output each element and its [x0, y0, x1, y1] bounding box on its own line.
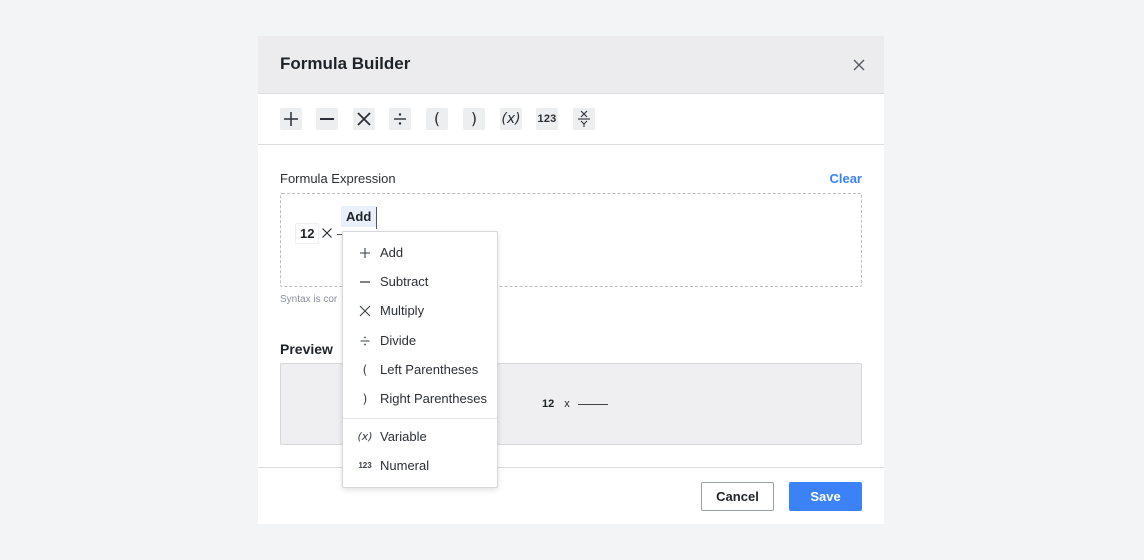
menu-item-variable[interactable]: (x) Variable — [343, 422, 497, 451]
multiply-icon[interactable] — [321, 227, 333, 239]
dialog-header: Formula Builder — [258, 36, 884, 94]
operator-dropdown-menu: Add Subtract Multiply Divide ( Left Pare… — [342, 231, 498, 488]
subtract-tool-button[interactable] — [316, 108, 338, 130]
right-paren-tool-button[interactable]: ) — [463, 108, 485, 130]
menu-divider — [343, 418, 497, 419]
plus-icon — [358, 246, 372, 260]
menu-item-label: Right Parentheses — [380, 391, 487, 406]
preview-label: Preview — [280, 341, 333, 357]
menu-item-label: Divide — [380, 333, 417, 348]
right-paren-icon: ) — [362, 391, 368, 406]
menu-item-numeral[interactable]: 123 Numeral — [343, 451, 497, 480]
multiply-icon — [358, 304, 372, 318]
dialog-title: Formula Builder — [280, 54, 411, 73]
menu-item-label: Add — [380, 245, 404, 260]
minus-icon — [358, 275, 372, 289]
menu-item-multiply[interactable]: Multiply — [343, 296, 497, 325]
numeral-label: 123 — [537, 113, 557, 125]
menu-item-label: Variable — [380, 429, 427, 444]
variable-tool-button[interactable]: (x) — [500, 108, 522, 130]
variable-icon: (x) — [357, 429, 373, 443]
minus-icon — [320, 118, 334, 120]
menu-item-label: Left Parentheses — [380, 362, 479, 377]
menu-item-label: Multiply — [380, 303, 425, 318]
divide-icon — [394, 113, 406, 125]
menu-item-subtract[interactable]: Subtract — [343, 267, 497, 296]
divide-icon — [358, 334, 372, 348]
fraction-icon — [578, 110, 590, 127]
menu-item-right-parentheses[interactable]: ) Right Parentheses — [343, 384, 497, 413]
cancel-button[interactable]: Cancel — [701, 482, 774, 511]
save-button[interactable]: Save — [789, 482, 862, 511]
expression-label: Formula Expression — [280, 171, 396, 186]
divide-tool-button[interactable] — [389, 108, 411, 130]
left-paren-icon: ( — [362, 362, 368, 377]
menu-item-label: Subtract — [380, 274, 429, 289]
variable-label: (x) — [501, 111, 521, 127]
preview-placeholder-line — [577, 403, 608, 405]
preview-expression: 12 x — [542, 398, 608, 410]
close-icon — [853, 59, 865, 71]
numeral-icon: 123 — [358, 461, 372, 470]
add-tool-button[interactable] — [280, 108, 302, 130]
right-paren-label: ) — [470, 109, 478, 128]
menu-item-left-parentheses[interactable]: ( Left Parentheses — [343, 355, 497, 384]
menu-item-divide[interactable]: Divide — [343, 326, 497, 355]
left-paren-label: ( — [433, 109, 441, 128]
numeral-tool-button[interactable]: 123 — [536, 108, 558, 130]
operator-toolbar: ( ) (x) 123 — [258, 94, 884, 145]
left-paren-tool-button[interactable]: ( — [426, 108, 448, 130]
text-caret — [376, 207, 377, 229]
fraction-tool-button[interactable] — [573, 108, 595, 130]
plus-icon — [284, 112, 298, 126]
multiply-tool-button[interactable] — [353, 108, 375, 130]
clear-link[interactable]: Clear — [829, 171, 862, 186]
syntax-hint: Syntax is cor — [280, 294, 338, 305]
multiply-icon — [357, 112, 371, 126]
preview-operator: x — [564, 398, 570, 410]
expression-token-active[interactable]: Add — [341, 206, 377, 227]
preview-number: 12 — [542, 398, 555, 410]
menu-item-add[interactable]: Add — [343, 238, 497, 267]
expression-token-number[interactable]: 12 — [295, 223, 320, 244]
menu-item-label: Numeral — [380, 458, 430, 473]
close-button[interactable] — [850, 56, 868, 74]
